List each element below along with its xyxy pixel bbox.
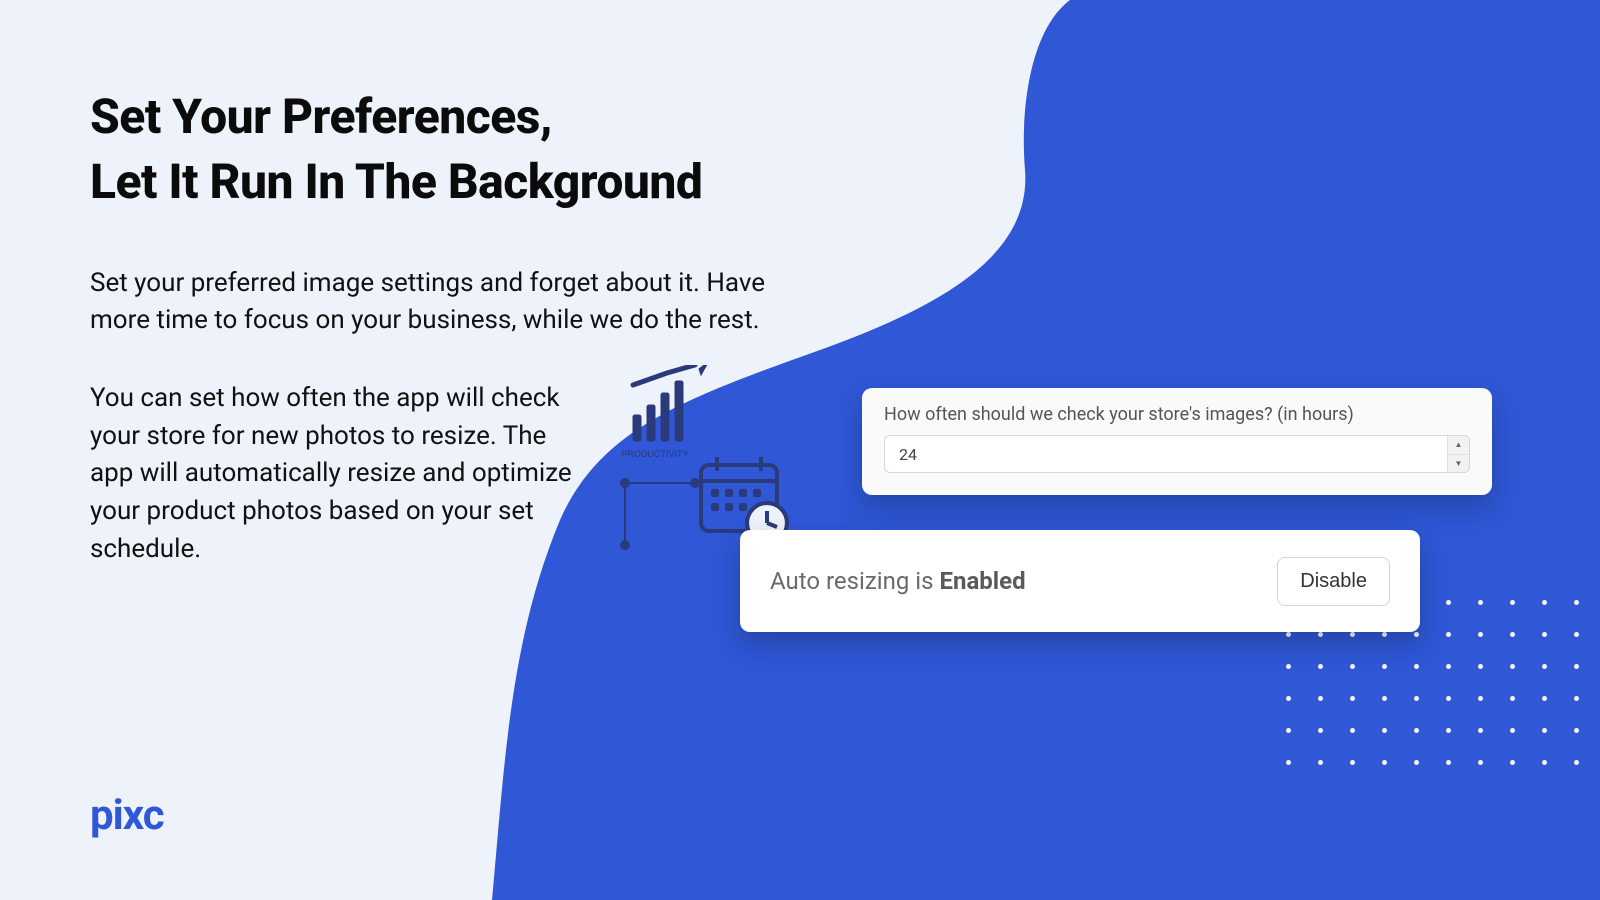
- headline-line-2: Let It Run In The Background: [90, 153, 702, 210]
- auto-resize-status: Auto resizing is Enabled: [770, 567, 1026, 595]
- stepper-up-icon[interactable]: ▲: [1448, 436, 1469, 455]
- intro-paragraph-2: You can set how often the app will check…: [90, 380, 580, 568]
- check-interval-input[interactable]: 24 ▲ ▼: [884, 435, 1470, 473]
- auto-resize-status-prefix: Auto resizing is: [770, 567, 939, 595]
- auto-resize-card: Auto resizing is Enabled Disable: [740, 530, 1420, 632]
- page-headline: Set Your Preferences, Let It Run In The …: [90, 85, 850, 215]
- stepper-buttons: ▲ ▼: [1447, 436, 1469, 472]
- brand-logo: pixc: [90, 791, 164, 840]
- headline-line-1: Set Your Preferences,: [90, 88, 552, 145]
- stepper-down-icon[interactable]: ▼: [1448, 455, 1469, 473]
- auto-resize-status-value: Enabled: [939, 567, 1025, 595]
- check-interval-label: How often should we check your store's i…: [884, 404, 1470, 425]
- check-interval-value[interactable]: 24: [885, 436, 1447, 472]
- disable-button[interactable]: Disable: [1277, 557, 1390, 606]
- check-interval-card: How often should we check your store's i…: [862, 388, 1492, 495]
- intro-paragraph-1: Set your preferred image settings and fo…: [90, 265, 790, 340]
- illustration-caption: PRODUCTIVITY: [621, 449, 688, 459]
